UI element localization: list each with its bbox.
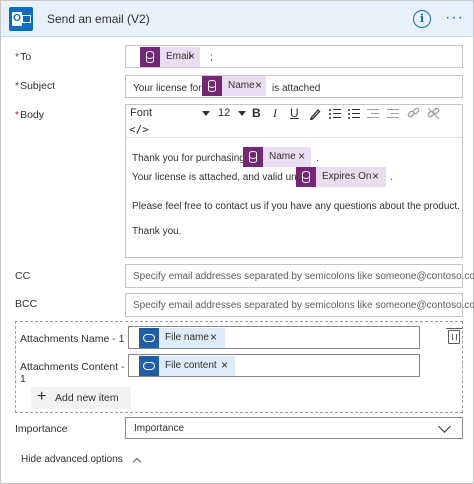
decrease-indent-icon[interactable] [367,109,379,119]
unlink-button[interactable] [427,107,440,123]
increase-indent-icon[interactable] [387,109,399,119]
font-dropdown[interactable]: Font [130,107,212,121]
file-content-token-label: File content [165,360,217,371]
subject-label: *Subject [15,80,55,92]
database-icon [243,147,263,167]
action-title[interactable]: Send an email (V2) [47,12,150,26]
remove-token-icon[interactable]: × [372,169,379,183]
name-token[interactable]: Name × [243,147,311,167]
attachments-name-label: Attachments Name - 1 [20,333,125,345]
attachments-content-label: Attachments Content -1 [20,361,124,385]
card-header[interactable]: O Send an email (V2) i ··· [1,1,473,37]
add-new-item-label: Add new item [55,392,119,404]
link-button[interactable] [407,107,420,123]
italic-button[interactable]: I [273,106,277,121]
code-view-button[interactable]: </> [129,123,149,136]
bcc-label: BCC [15,298,38,310]
expires-on-token[interactable]: Expires On × [296,167,386,187]
onedrive-icon [139,356,159,376]
to-label-text: To [20,51,32,63]
importance-label: Importance [15,423,68,435]
remove-token-icon[interactable]: × [221,358,228,372]
outlook-icon: O [9,7,33,31]
action-card: O Send an email (V2) i ··· *To Email × ;… [0,0,474,484]
name-token[interactable]: Name × [202,76,266,96]
link-icon [407,107,420,118]
chevron-down-icon [438,420,451,433]
remove-token-icon[interactable]: × [298,149,305,163]
font-value: Font [130,107,153,119]
importance-dropdown[interactable]: Importance [125,417,463,439]
cc-placeholder: Specify email addresses separated by sem… [133,271,474,282]
bcc-placeholder: Specify email addresses separated by sem… [133,300,474,311]
email-token[interactable]: Email × [140,47,200,67]
numbered-list-icon[interactable] [348,109,360,119]
file-name-token[interactable]: File name × [139,328,225,348]
body-line-1-prefix: Thank you for purchasing [132,153,245,164]
to-separator: ; [210,52,213,63]
onedrive-icon [139,328,159,348]
required-marker: * [15,51,20,63]
highlight-button[interactable] [309,108,321,123]
body-line-1-suffix: . [316,153,319,164]
chevron-up-icon [132,457,141,467]
required-marker: * [15,80,20,92]
to-field[interactable]: Email × ; [125,45,463,68]
remove-token-icon[interactable]: × [188,49,195,63]
name-token-label: Name [228,80,255,91]
subject-suffix: is attached [272,83,321,94]
hide-advanced-options-link[interactable]: Hide advanced options [21,454,141,467]
font-size-dropdown[interactable]: 12 [218,107,246,121]
underline-button[interactable]: U [290,106,299,120]
body-line-2-prefix: Your license is attached, and valid unti… [132,172,304,183]
database-icon [140,47,160,67]
subject-label-text: Subject [20,80,56,92]
unlink-icon [427,107,440,120]
body-line-4: Thank you. [132,226,182,237]
bcc-input[interactable]: Specify email addresses separated by sem… [125,293,474,317]
attachments-content-label-line-1: Attachments Content - [20,361,125,373]
outlook-letter-icon: O [12,12,22,26]
attachments-content-label-line-2: 1 [20,373,26,385]
cc-label: CC [15,270,31,282]
to-label: *To [15,51,31,63]
pen-icon [310,109,321,121]
chevron-down-icon [202,111,210,116]
subject-field[interactable]: Your license for Name × is attached [125,75,463,98]
importance-value: Importance [134,423,185,434]
subject-prefix: Your license for [133,83,202,94]
cc-input[interactable]: Specify email addresses separated by sem… [125,264,474,288]
font-size-value: 12 [218,107,231,119]
chevron-down-icon [238,111,246,116]
more-options-icon[interactable]: ··· [445,9,467,27]
body-editor[interactable]: Font 12 B I U </> Thank you for purchasi… [125,104,463,258]
expires-on-token-label: Expires On [322,171,372,182]
info-icon[interactable]: i [413,10,431,28]
editor-toolbar: Font 12 B I U </> [126,105,462,138]
database-icon [296,167,316,187]
delete-icon[interactable] [446,328,462,344]
file-name-token-label: File name [165,332,209,343]
name-token-label: Name [269,151,296,162]
body-line-3: Please feel free to contact us if you ha… [132,201,460,212]
envelope-icon [22,15,31,23]
required-marker: * [15,109,20,121]
add-new-item-button[interactable]: + Add new item [31,387,131,409]
body-line-2-suffix: . [390,172,393,183]
file-content-token[interactable]: File content × [139,356,235,376]
plus-icon: + [37,388,47,405]
bulleted-list-icon[interactable] [329,109,341,119]
database-icon [202,76,222,96]
bold-button[interactable]: B [252,106,261,120]
remove-token-icon[interactable]: × [255,78,262,92]
body-label: *Body [15,109,44,121]
hide-advanced-options-label: Hide advanced options [21,454,123,465]
attachments-content-field[interactable]: File content × [128,354,420,377]
body-label-text: Body [20,109,45,121]
remove-token-icon[interactable]: × [210,330,217,344]
attachments-name-field[interactable]: File name × [128,326,420,349]
